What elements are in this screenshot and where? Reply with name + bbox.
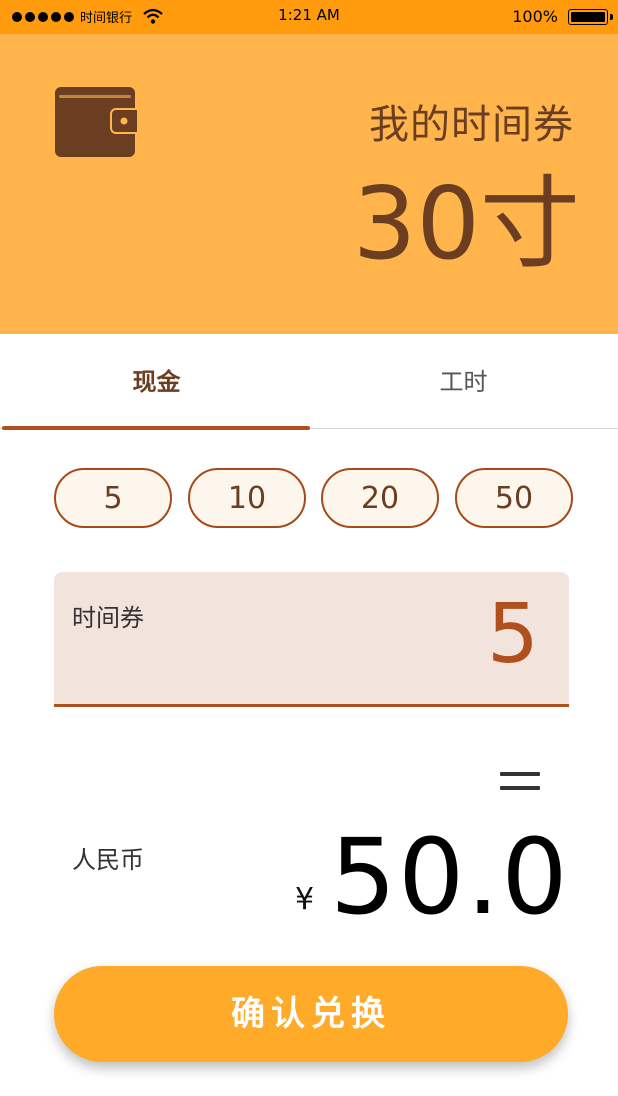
confirm-exchange-button[interactable]: 确认兑换: [54, 966, 568, 1062]
battery-icon: [568, 9, 608, 25]
amount-option-5[interactable]: 5: [54, 468, 172, 528]
amount-option-50[interactable]: 50: [455, 468, 573, 528]
tab-work-hours[interactable]: 工时: [309, 334, 618, 428]
battery-tip: [610, 14, 613, 20]
coupon-balance: 30寸: [352, 165, 580, 282]
amount-options: 5 10 20 50: [54, 468, 575, 530]
equals-icon: [500, 772, 540, 800]
status-bar: 时间银行 1:21 AM 100%: [0, 0, 618, 34]
battery-percent: 100%: [512, 7, 558, 26]
currency-symbol: ¥: [295, 882, 315, 917]
wallet-icon: [55, 87, 142, 161]
tab-cash[interactable]: 现金: [2, 334, 311, 428]
coupon-amount-field[interactable]: 时间券 5: [54, 572, 569, 704]
rmb-label: 人民币: [72, 846, 144, 874]
amount-option-20[interactable]: 20: [321, 468, 439, 528]
coupon-field-value[interactable]: 5: [487, 586, 539, 684]
coupon-header: 我的时间券 30寸: [0, 34, 618, 334]
tab-active-indicator: [2, 426, 310, 430]
coupon-field-underline: [54, 704, 569, 707]
amount-option-10[interactable]: 10: [188, 468, 306, 528]
coupon-field-label: 时间券: [72, 604, 144, 632]
tab-bar: 现金 工时: [0, 334, 618, 430]
rmb-amount: 50.0: [330, 816, 570, 938]
coupon-title: 我的时间券: [369, 102, 574, 148]
